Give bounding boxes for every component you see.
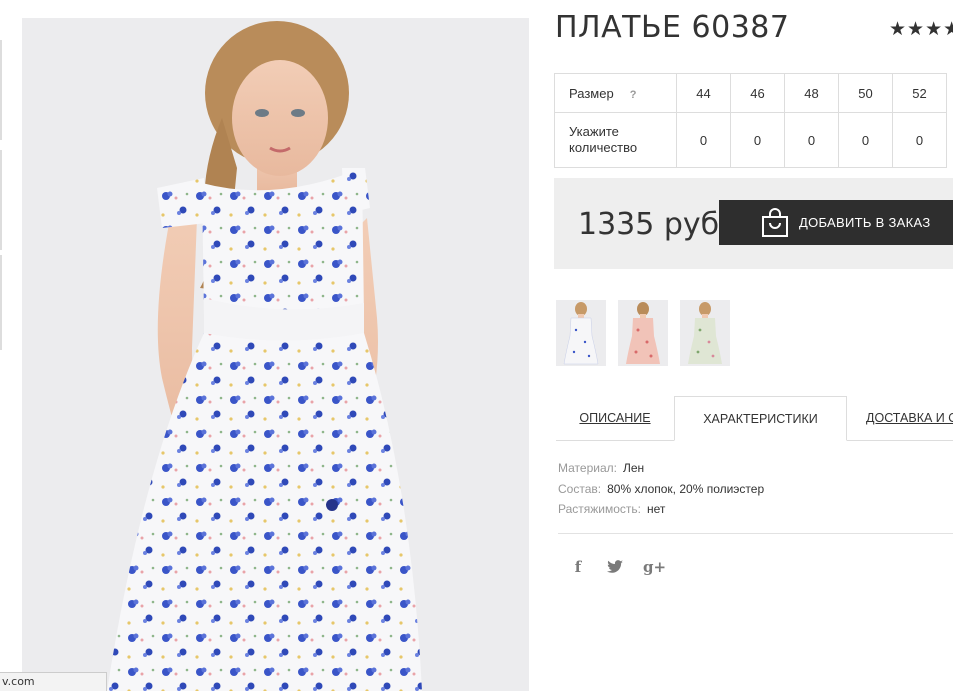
section-divider	[558, 533, 953, 534]
size-50: 50	[838, 73, 893, 113]
qty-input-48[interactable]: 0	[784, 112, 839, 168]
facebook-icon[interactable]: f	[568, 556, 588, 578]
property-key: Растяжимость:	[558, 502, 642, 516]
product-main-image[interactable]	[22, 18, 529, 691]
order-box: 1335 руб ДОБАВИТЬ В ЗАКАЗ	[554, 178, 953, 269]
rating-stars[interactable]: ★★★★	[889, 18, 953, 41]
size-46: 46	[730, 73, 785, 113]
tab-description[interactable]: ОПИСАНИЕ	[556, 396, 674, 441]
property-stretch: Растяжимость: нет	[558, 499, 764, 520]
property-composition: Состав: 80% хлопок, 20% полиэстер	[558, 479, 764, 500]
status-bar-url: v.com	[0, 672, 107, 691]
qty-input-52[interactable]: 0	[892, 112, 947, 168]
product-tabs: ОПИСАНИЕ ХАРАКТЕРИСТИКИ ДОСТАВКА И О	[556, 396, 953, 441]
qty-input-50[interactable]: 0	[838, 112, 893, 168]
product-price: 1335 руб	[578, 207, 720, 242]
property-key: Материал:	[558, 461, 617, 475]
property-key: Состав:	[558, 481, 602, 496]
size-label: Размер	[569, 85, 614, 101]
size-44: 44	[676, 73, 731, 113]
property-value: 80% хлопок, 20% полиэстер	[607, 481, 765, 496]
tab-delivery[interactable]: ДОСТАВКА И О	[866, 396, 953, 441]
sizes-table: Размер? 44 46 48 50 52 Укажите количеств…	[554, 73, 947, 168]
qty-input-44[interactable]: 0	[676, 112, 731, 168]
property-material: Материал: Лен	[558, 458, 764, 479]
twitter-icon[interactable]	[605, 556, 625, 578]
thumbnail-green-dress[interactable]	[680, 300, 730, 366]
characteristics-list: Материал: Лен Состав: 80% хлопок, 20% поли…	[558, 458, 764, 520]
scroll-marker	[0, 150, 2, 250]
scroll-marker	[0, 40, 2, 140]
size-label-cell: Размер?	[554, 73, 677, 113]
size-52: 52	[892, 73, 947, 113]
quantity-row: Укажите количество 0 0 0 0 0	[554, 112, 947, 168]
qty-input-46[interactable]: 0	[730, 112, 785, 168]
gallery-edge	[0, 0, 22, 691]
shopping-bag-icon	[762, 208, 788, 237]
size-row: Размер? 44 46 48 50 52	[554, 73, 947, 113]
add-to-order-button[interactable]: ДОБАВИТЬ В ЗАКАЗ	[719, 200, 953, 245]
qty-label: Укажите количество	[554, 112, 677, 168]
googleplus-icon[interactable]: g+	[643, 556, 666, 578]
product-title: ПЛАТЬЕ 60387	[555, 10, 790, 45]
size-48: 48	[784, 73, 839, 113]
scroll-marker	[0, 255, 2, 350]
thumbnail-white-dress[interactable]	[556, 300, 606, 366]
help-icon[interactable]: ?	[630, 89, 637, 101]
tab-characteristics[interactable]: ХАРАКТЕРИСТИКИ	[674, 396, 847, 441]
property-value: Лен	[622, 461, 645, 475]
add-to-order-label: ДОБАВИТЬ В ЗАКАЗ	[799, 215, 931, 230]
thumbnail-pink-dress[interactable]	[618, 300, 668, 366]
qty-label-text: Укажите количество	[569, 124, 638, 155]
property-value: нет	[647, 502, 666, 516]
